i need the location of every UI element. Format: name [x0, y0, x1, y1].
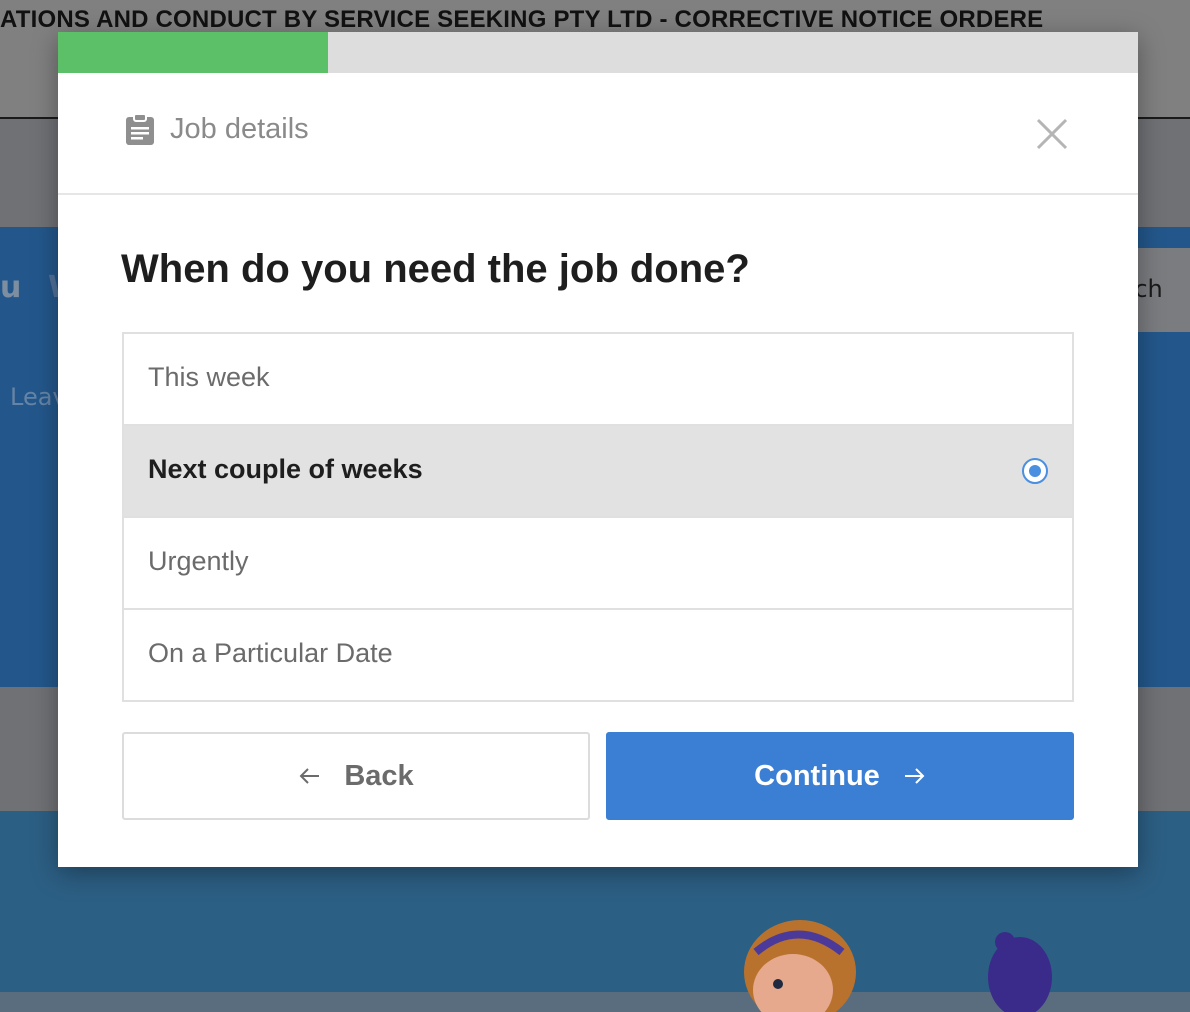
progress-bar-fill	[58, 32, 328, 73]
option-urgently[interactable]: Urgently	[124, 516, 1072, 608]
arrow-left-icon	[299, 768, 320, 784]
option-label: On a Particular Date	[148, 638, 393, 668]
modal-title: Job details	[170, 113, 309, 145]
back-button[interactable]: Back	[122, 732, 590, 820]
option-this-week[interactable]: This week	[124, 334, 1072, 424]
background-menu-fragment: u	[0, 270, 22, 305]
option-next-couple-of-weeks[interactable]: Next couple of weeks	[124, 424, 1072, 516]
timing-options: This week Next couple of weeks Urgently …	[122, 332, 1074, 702]
job-details-modal: Job details When do you need the job don…	[58, 32, 1138, 867]
progress-bar	[58, 32, 1138, 73]
option-label: This week	[148, 362, 270, 392]
illustration-person-icon	[744, 920, 856, 1012]
arrow-right-icon	[904, 768, 925, 784]
option-label: Urgently	[148, 546, 249, 576]
notice-banner-text: ATIONS AND CONDUCT BY SERVICE SEEKING PT…	[0, 6, 1044, 33]
back-button-label: Back	[344, 759, 414, 792]
continue-button[interactable]: Continue	[606, 732, 1074, 820]
illustration-person-icon-2	[988, 932, 1052, 1012]
continue-button-label: Continue	[754, 759, 880, 792]
close-icon[interactable]	[1032, 114, 1072, 154]
option-particular-date[interactable]: On a Particular Date	[124, 608, 1072, 700]
clipboard-icon	[126, 113, 154, 145]
question-heading: When do you need the job done?	[121, 247, 750, 291]
radio-selected-icon[interactable]	[1022, 458, 1048, 484]
option-label: Next couple of weeks	[148, 454, 423, 484]
